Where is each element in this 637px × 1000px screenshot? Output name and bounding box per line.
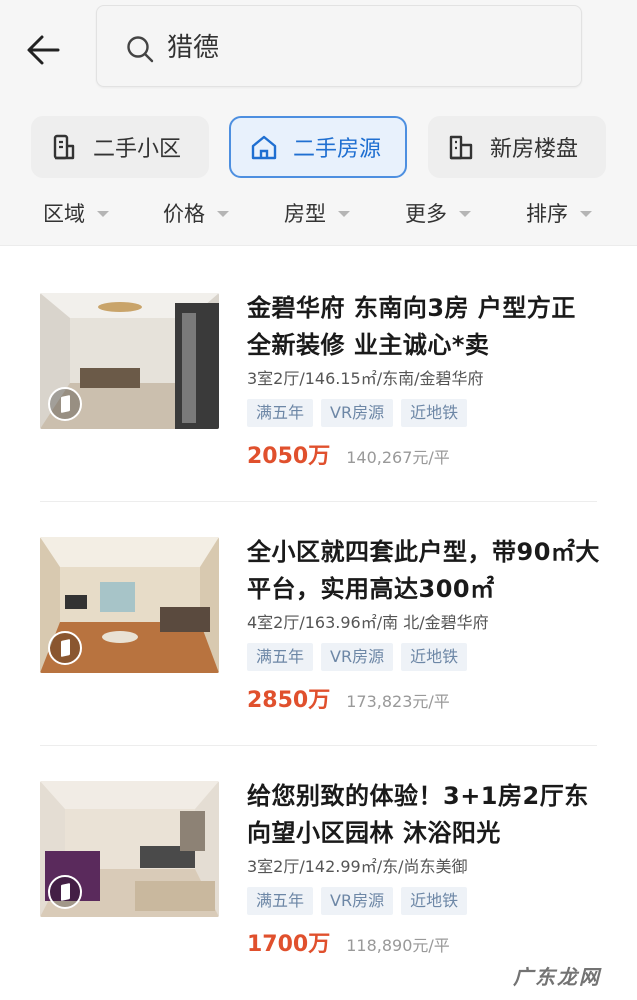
filter-bar: 区域 价格 房型 更多 排序 xyxy=(0,190,637,246)
back-arrow-icon[interactable] xyxy=(22,28,66,72)
filter-label: 房型 xyxy=(284,202,326,226)
search-input[interactable]: 猎德 xyxy=(96,5,582,87)
vr-icon xyxy=(48,875,82,909)
filter-label: 价格 xyxy=(163,202,205,226)
listing-tags: 满五年 VR房源 近地铁 xyxy=(247,887,468,915)
listing-meta: 3室2厅/142.99㎡/东/尚东美御 xyxy=(247,857,468,876)
filter-sort[interactable]: 排序 xyxy=(526,198,592,228)
vr-icon xyxy=(48,387,82,421)
listing-meta: 4室2厅/163.96㎡/南 北/金碧华府 xyxy=(247,613,489,632)
listing-photo[interactable] xyxy=(40,293,219,429)
total-price: 1700万 xyxy=(247,932,331,957)
listing-price: 2050万 140,267元/平 xyxy=(247,438,450,470)
vr-icon xyxy=(48,631,82,665)
total-price: 2850万 xyxy=(247,688,331,713)
caret-down-icon xyxy=(97,211,109,217)
caret-down-icon xyxy=(580,211,592,217)
filter-label: 区域 xyxy=(43,202,85,226)
tag: 近地铁 xyxy=(401,643,468,671)
tag: 近地铁 xyxy=(401,399,468,427)
listing-photo[interactable] xyxy=(40,781,219,917)
tag: 近地铁 xyxy=(401,887,468,915)
watermark: 广东龙网 xyxy=(513,965,601,989)
listing-price: 2850万 173,823元/平 xyxy=(247,682,450,714)
top-bar: 猎德 xyxy=(0,0,637,100)
category-tabs: 二手小区 二手房源 新房楼盘 xyxy=(0,100,637,190)
filter-label: 更多 xyxy=(405,202,447,226)
tab-new-homes[interactable]: 新房楼盘 xyxy=(428,116,606,178)
caret-down-icon xyxy=(217,211,229,217)
listing-title: 给您别致的体验！3+1房2厅东向望小区园林 沐浴阳光 xyxy=(247,782,589,847)
building-icon xyxy=(53,134,75,160)
listing-price: 1700万 118,890元/平 xyxy=(247,926,450,958)
filter-label: 排序 xyxy=(526,202,568,226)
unit-price: 118,890元/平 xyxy=(346,936,450,955)
new-building-icon xyxy=(449,135,473,160)
tag: VR房源 xyxy=(321,887,394,915)
house-icon xyxy=(251,135,277,160)
search-icon xyxy=(127,36,154,63)
unit-price: 173,823元/平 xyxy=(346,692,450,711)
tag: 满五年 xyxy=(247,643,314,671)
listing-meta: 3室2厅/146.15㎡/东南/金碧华府 xyxy=(247,369,484,388)
filter-more[interactable]: 更多 xyxy=(405,198,471,228)
tab-label: 二手房源 xyxy=(293,137,382,162)
filter-price[interactable]: 价格 xyxy=(163,198,229,228)
listing-tags: 满五年 VR房源 近地铁 xyxy=(247,643,468,671)
listing-card[interactable]: 全小区就四套此户型，带90㎡大平台，实用高达300㎡ 4室2厅/163.96㎡/… xyxy=(0,502,637,746)
tag: VR房源 xyxy=(321,643,394,671)
caret-down-icon xyxy=(338,211,350,217)
unit-price: 140,267元/平 xyxy=(346,448,450,467)
search-query: 猎德 xyxy=(167,33,220,63)
filter-layout[interactable]: 房型 xyxy=(284,198,350,228)
caret-down-icon xyxy=(459,211,471,217)
listing-photo[interactable] xyxy=(40,537,219,673)
total-price: 2050万 xyxy=(247,444,331,469)
tab-second-hand-listings[interactable]: 二手房源 xyxy=(229,116,407,178)
tab-label: 二手小区 xyxy=(93,137,182,162)
listing-card[interactable]: 给您别致的体验！3+1房2厅东向望小区园林 沐浴阳光 3室2厅/142.99㎡/… xyxy=(0,746,637,990)
listing-card[interactable]: 金碧华府 东南向3房 户型方正 全新装修 业主诚心*卖 3室2厅/146.15㎡… xyxy=(0,258,637,502)
listing-title: 全小区就四套此户型，带90㎡大平台，实用高达300㎡ xyxy=(247,538,600,603)
tag: 满五年 xyxy=(247,887,314,915)
tag: VR房源 xyxy=(321,399,394,427)
tag: 满五年 xyxy=(247,399,314,427)
tab-label: 新房楼盘 xyxy=(490,137,579,162)
listing-title: 金碧华府 东南向3房 户型方正 全新装修 业主诚心*卖 xyxy=(247,294,576,359)
tab-second-hand-community[interactable]: 二手小区 xyxy=(31,116,209,178)
filter-area[interactable]: 区域 xyxy=(43,198,109,228)
listing-tags: 满五年 VR房源 近地铁 xyxy=(247,399,468,427)
